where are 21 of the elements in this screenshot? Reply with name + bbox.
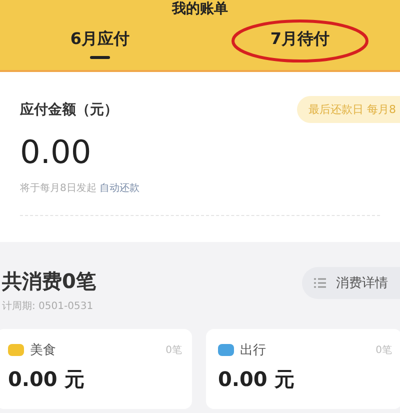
category-amount: 0.00 元 [8,367,86,391]
category-name: 出行 [218,341,266,359]
amount-label: 应付金额（元） [20,100,118,118]
category-card[interactable]: 美食 0笔 0.00 元 [0,329,192,409]
month-tab[interactable]: 6月应付 [0,17,200,69]
amount-value: 0.00 [20,133,92,171]
category-amount: 0.00 元 [218,367,296,391]
category-card[interactable]: 出行 0笔 0.00 元 [206,329,400,409]
details-button[interactable]: 消费详情 [302,266,400,298]
category-count: 0笔 [376,344,392,357]
due-date-badge: 最后还款日 每月8 [296,96,400,123]
page-title: 我的账单 [172,1,228,17]
list-icon [314,278,326,288]
autopay-note: 将于每月8日发起 自动还款 [20,182,141,195]
month-tab[interactable]: 7月待付 [200,17,400,69]
category-count: 0笔 [166,344,182,357]
tab-indicator [90,56,110,59]
summary-title: 共消费0笔 [2,268,96,295]
period-text: 计周期: 0501-0531 [2,300,94,313]
autopay-link[interactable]: 自动还款 [100,183,140,194]
category-name: 美食 [8,341,56,359]
